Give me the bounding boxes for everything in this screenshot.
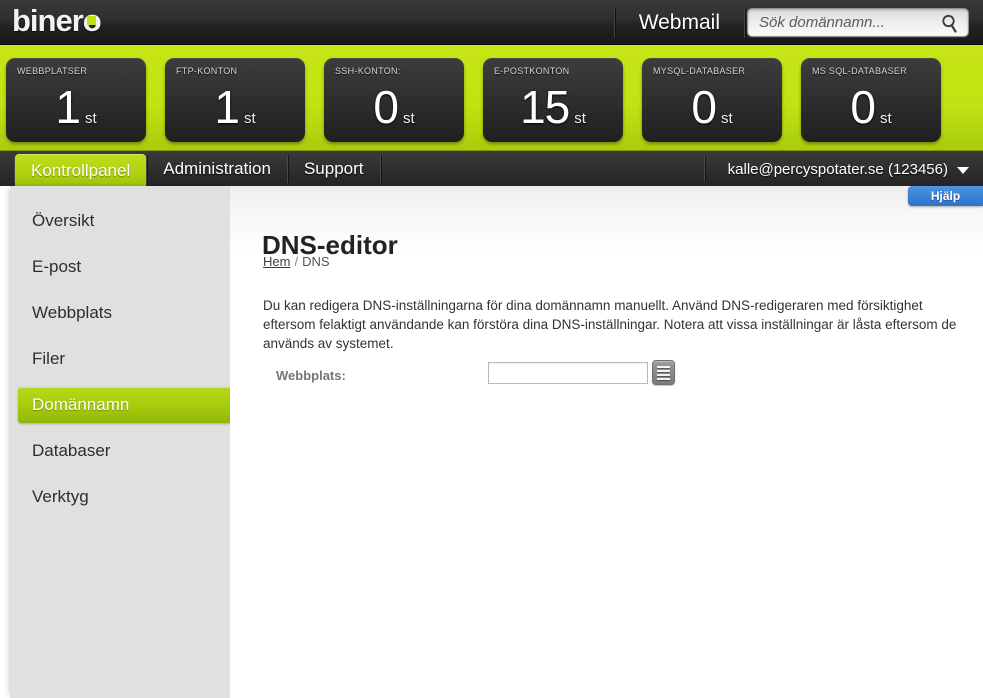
- stat-unit: st: [574, 110, 586, 127]
- main-content-area: Hjälp DNS-editor Hem / DNS Du kan redigera…: [230, 186, 983, 698]
- sidebar-item-oversikt[interactable]: Översikt: [10, 198, 230, 244]
- sidebar-item-label: Filer: [32, 349, 66, 368]
- main-navigation-bar: Kontrollpanel Administration Support kal…: [0, 150, 983, 187]
- stat-card-ms-sql-databaser[interactable]: MS SQL-DATABASER 0st: [801, 58, 941, 142]
- sidebar-item-databaser[interactable]: Databaser: [10, 428, 230, 474]
- stat-unit: st: [402, 110, 415, 127]
- stat-unit: st: [720, 110, 733, 127]
- sidebar-item-label: Verktyg: [32, 487, 89, 506]
- stat-number: 15: [520, 81, 570, 133]
- stat-label: WEBBPLATSER: [17, 66, 88, 76]
- sidebar-item-verktyg[interactable]: Verktyg: [10, 474, 230, 520]
- list-picker-icon-line: [657, 365, 670, 368]
- stat-label: E-POSTKONTON: [494, 66, 570, 76]
- tab-label: Administration: [163, 159, 271, 178]
- webmail-link[interactable]: Webmail: [617, 0, 742, 45]
- sidebar-item-domannamn[interactable]: Domännamn: [10, 382, 252, 428]
- breadcrumb: Hem / DNS: [263, 254, 330, 269]
- tab-list: Kontrollpanel Administration Support: [14, 151, 381, 187]
- list-picker-icon-line: [657, 377, 670, 380]
- page-body: Översikt E-post Webbplats Filer Domännam…: [0, 186, 983, 698]
- sidebar-item-label: Översikt: [32, 211, 95, 230]
- tab-kontrollpanel[interactable]: Kontrollpanel: [15, 154, 147, 187]
- account-divider: [703, 156, 705, 182]
- stat-number: 1: [55, 81, 81, 133]
- breadcrumb-separator: /: [294, 254, 299, 269]
- stat-unit: st: [243, 110, 256, 127]
- stat-card-ssh-konton[interactable]: SSH-KONTON: 0st: [324, 58, 464, 142]
- help-button[interactable]: Hjälp: [908, 186, 983, 206]
- sidebar-item-label: Databaser: [32, 441, 111, 460]
- stat-value: 1st: [6, 80, 146, 134]
- sidebar-item-label: E-post: [32, 257, 82, 276]
- stat-card-webbplatser[interactable]: WEBBPLATSER 1st: [6, 58, 146, 142]
- website-form-row: Webbplats:: [263, 360, 923, 392]
- stat-label: MYSQL-DATABASER: [653, 66, 746, 76]
- search-icon: [942, 14, 957, 33]
- stat-label: SSH-KONTON:: [335, 66, 401, 76]
- stat-unit: st: [84, 110, 97, 127]
- breadcrumb-home-link[interactable]: Hem: [263, 254, 290, 269]
- header-divider: [744, 7, 745, 38]
- header-divider: [613, 7, 615, 38]
- stat-card-ftp-konton[interactable]: FTP-KONTON 1st: [165, 58, 305, 142]
- website-list-picker-button[interactable]: [652, 360, 675, 385]
- top-header-bar: binero Webmail: [0, 0, 983, 45]
- stat-value: 15st: [483, 80, 623, 134]
- stats-strip: WEBBPLATSER 1st FTP-KONTON 1st SSH-KONTO…: [0, 45, 983, 150]
- binero-logo[interactable]: binero: [12, 3, 102, 38]
- domain-search-box[interactable]: [747, 8, 969, 37]
- stat-value: 0st: [642, 80, 782, 134]
- list-picker-icon-line: [657, 373, 670, 376]
- account-menu[interactable]: kalle@percyspotater.se (123456): [703, 151, 983, 187]
- account-name-label: kalle@percyspotater.se (123456): [727, 160, 948, 178]
- website-field-label: Webbplats:: [276, 368, 346, 383]
- tab-label: Support: [303, 159, 364, 178]
- sidebar-item-e-post[interactable]: E-post: [10, 244, 230, 290]
- sidebar-item-label: Domännamn: [32, 395, 130, 414]
- stat-number: 0: [850, 81, 876, 133]
- stat-card-mysql-databaser[interactable]: MYSQL-DATABASER 0st: [642, 58, 782, 142]
- page-description: Du kan redigera DNS-inställningarna för …: [263, 297, 957, 351]
- stat-card-e-postkonton[interactable]: E-POSTKONTON 15st: [483, 58, 623, 142]
- stat-value: 0st: [324, 80, 464, 134]
- chevron-down-icon: [957, 166, 969, 174]
- stat-label: MS SQL-DATABASER: [812, 66, 907, 76]
- stat-value: 0st: [801, 80, 941, 134]
- search-input[interactable]: [757, 9, 932, 36]
- sidebar-item-label: Webbplats: [32, 303, 113, 322]
- sidebar-navigation: Översikt E-post Webbplats Filer Domännam…: [10, 186, 252, 698]
- sidebar-item-filer[interactable]: Filer: [10, 336, 230, 382]
- stat-number: 1: [214, 81, 240, 133]
- tab-divider: [379, 155, 381, 183]
- stat-number: 0: [691, 81, 717, 133]
- website-input[interactable]: [488, 362, 648, 384]
- logo-square-icon: [86, 16, 96, 25]
- list-picker-icon-line: [657, 369, 670, 372]
- stat-label: FTP-KONTON: [176, 66, 238, 76]
- stat-value: 1st: [165, 80, 305, 134]
- tab-administration[interactable]: Administration: [147, 151, 287, 187]
- tab-support[interactable]: Support: [288, 151, 380, 187]
- stat-unit: st: [879, 110, 892, 127]
- stat-number: 0: [373, 81, 399, 133]
- tab-label: Kontrollpanel: [31, 160, 131, 180]
- breadcrumb-current: DNS: [302, 254, 330, 269]
- header-right-group: Webmail: [612, 0, 983, 45]
- sidebar-item-webbplats[interactable]: Webbplats: [10, 290, 230, 336]
